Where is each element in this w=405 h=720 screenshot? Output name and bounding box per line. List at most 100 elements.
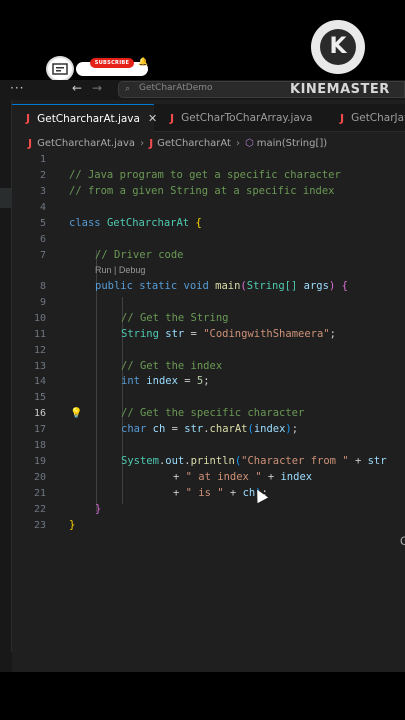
- channel-logo-icon: [52, 63, 68, 75]
- breadcrumb-file[interactable]: GetCharcharAt.java: [37, 138, 135, 149]
- bell-icon[interactable]: 🔔: [138, 57, 148, 67]
- line-number: 15: [33, 392, 46, 403]
- keyword: char: [121, 423, 147, 435]
- code-line-11: String str = "CodingwithShameera";: [121, 328, 336, 340]
- class-name: GetCharcharAt: [106, 217, 190, 229]
- code-line-2: // Java program to get a specific charac…: [69, 169, 341, 181]
- line-number: 13: [33, 361, 46, 372]
- lightbulb-icon[interactable]: 💡: [70, 408, 82, 419]
- code-line-13: // Get the index: [121, 360, 223, 372]
- vscode-window: ··· ← → ⌕ GetCharAtDemo J GetCharcharAt.…: [0, 80, 405, 672]
- breadcrumb-method[interactable]: main(String[]): [257, 138, 327, 149]
- line-number: 17: [33, 424, 46, 435]
- line-number-active: 16: [33, 408, 46, 419]
- keyword: int: [121, 375, 140, 387]
- tab-label: GetCharcharAt.java: [37, 112, 140, 125]
- string-literal: " at index ": [185, 471, 262, 483]
- line-number: 9: [39, 297, 46, 308]
- code-line-19: System.out.println("Character from " + s…: [121, 455, 387, 467]
- line-number: 8: [39, 281, 46, 292]
- back-arrow-icon[interactable]: ←: [72, 81, 82, 95]
- more-dots-icon[interactable]: ···: [10, 81, 24, 95]
- line-number: 20: [33, 472, 46, 483]
- code-line-7: // Driver code: [95, 249, 184, 261]
- number-literal: 5: [196, 375, 204, 387]
- java-file-icon: J: [28, 136, 33, 150]
- string-literal: "CodingwithShameera": [203, 328, 330, 340]
- type-name: String[]: [246, 280, 298, 292]
- var-name: index: [146, 375, 178, 387]
- code-line-23: }: [69, 519, 76, 531]
- method-name: main: [215, 280, 241, 292]
- code-line-5: class GetCharcharAt {: [69, 217, 202, 229]
- forward-arrow-icon[interactable]: →: [92, 81, 102, 95]
- var-name: str: [184, 423, 204, 435]
- code-line-16: // Get the specific character: [121, 407, 305, 419]
- line-number: 3: [39, 186, 46, 197]
- line-number: 18: [33, 440, 46, 451]
- code-line-20: + " at index " + index: [173, 471, 313, 483]
- java-file-icon: J: [26, 112, 31, 125]
- code-line-14: int index = 5;: [121, 375, 210, 387]
- activity-bar: [0, 100, 12, 672]
- java-class-icon: J: [149, 136, 154, 150]
- panel-strip: [0, 652, 12, 672]
- code-line-22: }: [95, 503, 102, 515]
- var-name: str: [165, 328, 185, 340]
- run-debug-codelens[interactable]: Run | Debug: [95, 265, 145, 275]
- line-number: 19: [33, 456, 46, 467]
- tab-getcharjava[interactable]: J GetCharJav: [324, 104, 405, 132]
- line-number: 12: [33, 345, 46, 356]
- tab-label: GetCharJav: [351, 112, 405, 124]
- breadcrumb-class[interactable]: GetCharcharAt: [157, 138, 231, 149]
- method-name: charAt: [209, 423, 248, 435]
- tab-getcharcharat[interactable]: J GetCharcharAt.java ✕: [12, 104, 157, 132]
- line-number: 14: [33, 376, 46, 387]
- channel-avatar: [46, 56, 74, 82]
- method-name: println: [190, 455, 235, 467]
- var-name: ch: [152, 423, 166, 435]
- activity-bar-active-item[interactable]: [0, 188, 12, 208]
- tab-label: GetCharToCharArray.java: [181, 112, 313, 124]
- tab-getchartochararray[interactable]: J GetCharToCharArray.java: [154, 104, 324, 132]
- code-line-3: // from a given String at a specific ind…: [69, 185, 335, 197]
- chevron-right-icon: ›: [140, 137, 145, 149]
- code-line-8: public static void main(String[] args) {: [95, 280, 348, 292]
- type-name: String: [121, 328, 159, 340]
- code-editor[interactable]: 1 2 3 4 5 6 7 8 9 10 11 12 13 14 15 16 1…: [12, 154, 405, 672]
- line-number: 11: [33, 329, 46, 340]
- kinemaster-logo: K: [311, 20, 365, 74]
- line-number: 4: [39, 202, 46, 213]
- line-number: 5: [39, 218, 46, 229]
- line-number: 6: [39, 234, 46, 245]
- line-number: 7: [39, 250, 46, 261]
- side-overlay-text: Co: [400, 534, 405, 548]
- breadcrumb: J GetCharcharAt.java › J GetCharcharAt ›…: [12, 132, 405, 154]
- java-file-icon: J: [340, 111, 345, 125]
- method-cube-icon: ⬡: [244, 137, 254, 149]
- code-line-10: // Get the String: [121, 312, 229, 324]
- field-name: out: [165, 455, 185, 467]
- code-line-17: char ch = str.charAt(index);: [121, 423, 299, 435]
- line-number: 23: [33, 520, 46, 531]
- var-name: index: [280, 471, 313, 483]
- subscribe-button[interactable]: SUBSCRIBE: [90, 58, 134, 68]
- string-literal: " is ": [185, 487, 224, 499]
- kinemaster-watermark: KINEMASTER: [290, 82, 390, 97]
- kinemaster-logo-letter: K: [320, 29, 356, 65]
- java-file-icon: J: [170, 111, 175, 125]
- var-name: index: [253, 423, 286, 435]
- line-number: 2: [39, 170, 46, 181]
- search-icon: ⌕: [125, 84, 131, 94]
- editor-tabs: J GetCharcharAt.java ✕ J GetCharToCharAr…: [12, 104, 405, 132]
- line-number: 22: [33, 504, 46, 515]
- class-name: System: [121, 455, 159, 467]
- string-literal: "Character from ": [241, 455, 349, 467]
- var-name: str: [367, 455, 387, 467]
- keyword: public static void: [95, 280, 209, 292]
- line-number: 21: [33, 488, 46, 499]
- line-number: 10: [33, 313, 46, 324]
- param-name: args: [303, 280, 329, 292]
- command-center-text: GetCharAtDemo: [139, 83, 213, 93]
- keyword: class: [69, 217, 101, 229]
